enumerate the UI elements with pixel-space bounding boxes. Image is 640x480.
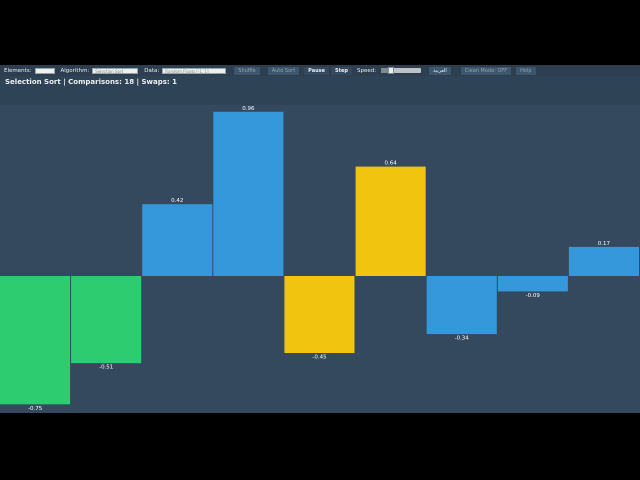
bar-value-label-1: -0.75 xyxy=(28,406,43,412)
bar-8 xyxy=(497,276,568,292)
elements-label: Elements: xyxy=(4,67,32,74)
status-text: Selection Sort | Comparisons: 18 | Swaps… xyxy=(5,78,178,86)
bar-value-label-9: 0.17 xyxy=(598,241,611,247)
bar-4 xyxy=(213,111,284,276)
bar-7 xyxy=(426,276,497,335)
pause-button[interactable]: Pause xyxy=(304,66,330,75)
elements-input[interactable] xyxy=(34,67,55,74)
toolbar: Elements: Algorithm: Selection Sort Data… xyxy=(0,65,640,76)
bar-value-label-5: -0.45 xyxy=(312,354,327,360)
bar-value-label-4: 0.96 xyxy=(242,106,255,112)
data-label: Data: xyxy=(144,67,160,74)
bar-2 xyxy=(71,276,142,364)
bar-value-label-8: -0.09 xyxy=(526,293,541,299)
bar-chart: -0.75 -0.51 0.42 0.96 -0.45 0.64 -0.34 -0.09 0.1… xyxy=(0,106,639,412)
help-button[interactable]: Help xyxy=(516,66,536,75)
bar-value-label-7: -0.34 xyxy=(455,336,470,342)
data-select[interactable]: Random Floats [-1, 1] xyxy=(162,67,227,74)
speed-label: Speed: xyxy=(356,67,377,74)
speed-slider[interactable] xyxy=(381,67,422,74)
bar-value-label-6: 0.64 xyxy=(384,161,397,167)
algorithm-label: Algorithm: xyxy=(60,67,90,74)
bar-value-label-3: 0.42 xyxy=(171,198,183,204)
speed-slider-thumb[interactable] xyxy=(388,67,395,74)
auto-sort-button[interactable]: Auto Sort xyxy=(267,66,300,75)
bar-9 xyxy=(568,246,639,276)
bar-1 xyxy=(0,276,71,405)
bar-value-label-2: -0.51 xyxy=(99,365,113,371)
sort-visualizer-window: Elements: Algorithm: Selection Sort Data… xyxy=(0,65,640,413)
algorithm-select[interactable]: Selection Sort xyxy=(92,67,139,74)
language-button[interactable]: العربية xyxy=(429,66,451,75)
bar-6 xyxy=(355,166,426,276)
shuffle-button[interactable]: Shuffle xyxy=(234,66,260,75)
bar-5 xyxy=(284,276,355,353)
bar-3 xyxy=(142,204,213,276)
clean-mode-button[interactable]: Clean Mode: OFF xyxy=(460,66,512,75)
step-button[interactable]: Step xyxy=(331,66,352,75)
